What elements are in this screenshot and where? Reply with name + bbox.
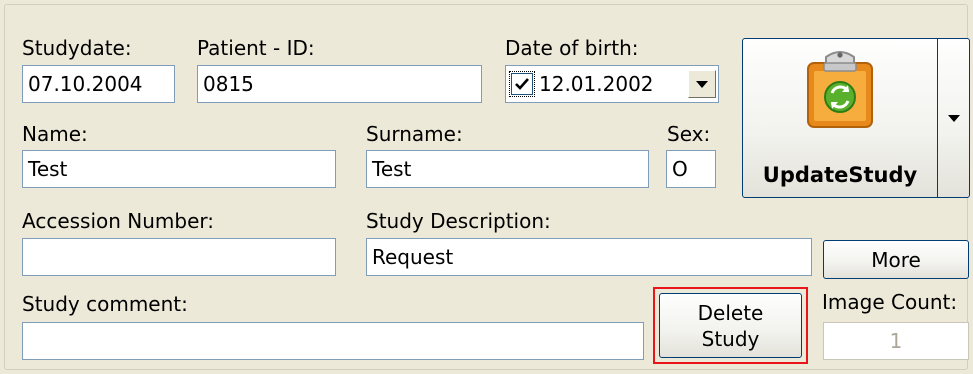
update-study-menu-button[interactable]	[937, 38, 970, 198]
delete-study-button[interactable]: Delete Study	[659, 293, 802, 358]
accession-field[interactable]	[22, 238, 336, 276]
more-button[interactable]: More	[823, 240, 969, 279]
update-study-button[interactable]: UpdateStudy	[742, 38, 938, 198]
surname-field[interactable]: Test	[366, 150, 649, 188]
surname-label: Surname:	[366, 122, 463, 146]
sex-field[interactable]: O	[666, 150, 716, 188]
dob-picker[interactable]: 12.01.2002	[505, 65, 719, 103]
checkmark-icon	[515, 78, 529, 90]
patient-id-field[interactable]: 0815	[197, 65, 482, 103]
chevron-down-icon	[696, 80, 708, 88]
dob-dropdown-button[interactable]	[688, 70, 716, 98]
delete-line2: Study	[701, 326, 760, 351]
chevron-down-icon	[947, 114, 960, 122]
studydate-field[interactable]: 07.10.2004	[22, 65, 175, 103]
accession-label: Accession Number:	[22, 209, 215, 233]
dob-checkbox[interactable]	[509, 71, 535, 97]
name-label: Name:	[22, 122, 88, 146]
patient-id-label: Patient - ID:	[197, 36, 315, 60]
clipboard-refresh-icon	[807, 51, 873, 128]
image-count-field: 1	[823, 322, 969, 360]
sex-label: Sex:	[667, 122, 711, 146]
comment-label: Study comment:	[22, 292, 188, 316]
studydate-label: Studydate:	[22, 36, 132, 60]
description-label: Study Description:	[366, 209, 551, 233]
description-field[interactable]: Request	[366, 238, 812, 276]
update-study-label: UpdateStudy	[762, 163, 918, 187]
name-field[interactable]: Test	[22, 150, 336, 188]
dob-label: Date of birth:	[505, 36, 639, 60]
dob-value: 12.01.2002	[539, 72, 654, 96]
delete-line1: Delete	[697, 300, 764, 325]
image-count-label: Image Count:	[822, 290, 958, 314]
comment-field[interactable]	[22, 322, 644, 360]
